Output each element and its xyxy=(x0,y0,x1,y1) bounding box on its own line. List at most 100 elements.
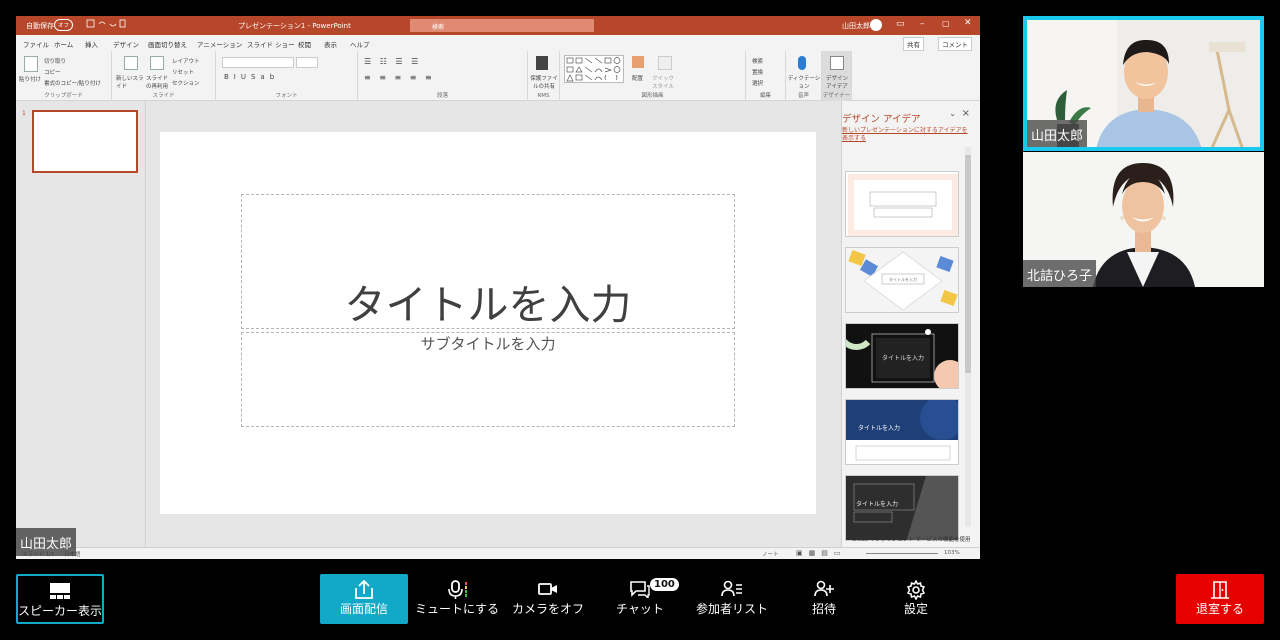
design-thumb-4[interactable]: タイトルを入力 xyxy=(845,399,959,465)
tab-slideshow[interactable]: スライド ショー xyxy=(247,39,295,49)
slide-subtitle: サブタイトルを入力 xyxy=(420,335,556,353)
tab-animations[interactable]: アニメーション xyxy=(197,39,242,49)
share-screen-icon xyxy=(320,574,408,600)
add-user-icon xyxy=(780,574,868,600)
ribbon: 貼り付け 切り取り コピー 書式のコピー/貼り付け クリップボード 新しいスライ… xyxy=(16,51,980,101)
camera-off-button[interactable]: カメラをオフ xyxy=(504,574,592,624)
powerpoint-titlebar: 自動保存 オフ プレゼンテーション1 - PowerPoint 検索 山田太郎 … xyxy=(16,16,980,35)
notes-button[interactable]: ノート xyxy=(762,550,779,558)
subtitle-placeholder[interactable]: サブタイトルを入力 xyxy=(241,332,735,427)
design-pane-footer: Office インテリジェント サービスの機能を使用 xyxy=(852,537,971,543)
paste-icon[interactable] xyxy=(24,56,38,72)
zoom-slider[interactable] xyxy=(866,553,938,554)
speaker-view-button[interactable]: スピーカー表示 xyxy=(16,574,104,624)
design-thumb-5[interactable]: タイトルを入力 xyxy=(845,475,959,541)
replace-button[interactable]: 置換 xyxy=(752,68,763,76)
section-button[interactable]: セクション xyxy=(172,79,200,87)
group-clipboard: 貼り付け 切り取り コピー 書式のコピー/貼り付け クリップボード xyxy=(16,51,112,101)
tab-review[interactable]: 校閲 xyxy=(298,39,311,49)
participant-tile[interactable]: 北詰ひろ子 xyxy=(1023,152,1264,287)
select-button[interactable]: 選択 xyxy=(752,79,763,87)
arrange-label: 配置 xyxy=(632,76,644,82)
camera-icon xyxy=(504,574,592,600)
align-buttons[interactable]: ≡ ≡ ≡ ≡ ≡ xyxy=(364,73,435,82)
shapes-gallery[interactable] xyxy=(564,55,624,83)
invite-button[interactable]: 招待 xyxy=(780,574,868,624)
ribbon-display-icon[interactable]: ▭ xyxy=(896,19,905,29)
group-rms: 保護ファイルの共有 RMS xyxy=(528,51,560,101)
title-placeholder[interactable]: タイトルを入力 xyxy=(241,194,735,329)
protect-file-icon[interactable] xyxy=(536,56,548,70)
design-ideas-icon[interactable] xyxy=(830,56,844,70)
font-style-buttons[interactable]: BIUSab xyxy=(224,73,279,81)
screen-share-button[interactable]: 画面配信 xyxy=(320,574,408,624)
tab-help[interactable]: ヘルプ xyxy=(350,39,370,49)
autosave-toggle[interactable]: オフ xyxy=(54,19,74,31)
design-thumb-3-title: タイトルを入力 xyxy=(882,354,924,362)
group-label-designer: デザイナー xyxy=(822,93,851,99)
design-thumb-1[interactable] xyxy=(845,171,959,237)
group-drawing: 配置 クイック スタイル 図形描画 xyxy=(560,51,746,101)
quick-styles-label: クイック スタイル xyxy=(652,76,675,90)
pane-close-icon[interactable]: × xyxy=(962,108,970,119)
slide-canvas[interactable]: タイトルを入力 サブタイトルを入力 xyxy=(160,132,816,514)
design-pane-link[interactable]: 新しいプレゼンテーションに対するアイデアを表示する xyxy=(842,127,972,143)
participants-list-button[interactable]: 参加者リスト xyxy=(688,574,776,624)
slide-editor: タイトルを入力 サブタイトルを入力 xyxy=(147,101,841,547)
tab-transitions[interactable]: 画面切り替え xyxy=(148,39,187,49)
tab-file[interactable]: ファイル xyxy=(23,39,49,49)
zoom-level[interactable]: 103% xyxy=(944,550,960,556)
quick-styles-icon[interactable] xyxy=(658,56,672,70)
minimize-icon[interactable]: – xyxy=(920,19,925,29)
participant-tile-active[interactable]: 山田太郎 xyxy=(1023,16,1264,151)
pane-options-icon[interactable]: ⌄ xyxy=(949,109,956,118)
user-avatar[interactable] xyxy=(870,19,882,31)
tab-insert[interactable]: 挿入 xyxy=(85,39,98,49)
design-thumb-2[interactable]: タイトルを入力 xyxy=(845,247,959,313)
design-pane-scrollbar[interactable] xyxy=(965,147,971,527)
comment-button[interactable]: コメント xyxy=(938,37,972,51)
chat-label: チャット xyxy=(616,602,664,616)
arrange-icon[interactable] xyxy=(632,56,644,68)
copy-button[interactable]: コピー xyxy=(44,68,61,76)
tab-view[interactable]: 表示 xyxy=(324,39,337,49)
reset-button[interactable]: リセット xyxy=(172,68,194,76)
reuse-slide-icon[interactable] xyxy=(150,56,164,70)
layout-button[interactable]: レイアウト xyxy=(172,57,200,65)
new-slide-icon[interactable] xyxy=(124,56,138,70)
design-ideas-pane: デザイン アイデア ⌄ × 新しいプレゼンテーションに対するアイデアを表示する … xyxy=(841,101,980,547)
slide-thumbnail[interactable] xyxy=(32,110,138,173)
slide-title: タイトルを入力 xyxy=(344,281,632,329)
group-voice: ディクテーション 音声 xyxy=(786,51,822,101)
new-slide-label: 新しいスライド xyxy=(116,76,144,90)
save-icon[interactable] xyxy=(86,19,126,31)
design-thumb-3[interactable]: タイトルを入力 xyxy=(845,323,959,389)
design-thumb-2-title: タイトルを入力 xyxy=(889,276,917,282)
gear-icon xyxy=(872,574,960,601)
chat-count-badge: 100 xyxy=(650,578,679,591)
share-button[interactable]: 共有 xyxy=(903,37,924,51)
design-thumb-5-title: タイトルを入力 xyxy=(856,500,898,508)
font-name-select[interactable] xyxy=(222,57,294,68)
scrollbar-thumb[interactable] xyxy=(965,155,971,373)
leave-button[interactable]: 退室する xyxy=(1176,574,1264,624)
microphone-icon xyxy=(413,574,501,600)
chat-button[interactable]: 100 チャット xyxy=(596,574,684,624)
shared-screen[interactable]: 自動保存 オフ プレゼンテーション1 - PowerPoint 検索 山田太郎 … xyxy=(16,16,980,559)
mute-button[interactable]: ミュートにする xyxy=(413,574,501,624)
reuse-slide-label: スライドの再利用 xyxy=(146,76,169,90)
group-label-clipboard: クリップボード xyxy=(44,93,83,99)
tab-design[interactable]: デザイン xyxy=(113,39,139,49)
view-buttons[interactable]: ▣▦▤▭ xyxy=(796,549,846,557)
find-button[interactable]: 検索 xyxy=(752,57,763,65)
close-icon[interactable]: ✕ xyxy=(964,18,972,28)
microphone-icon[interactable] xyxy=(798,56,806,70)
paste-label: 貼り付け xyxy=(19,77,42,83)
list-buttons[interactable]: ☰ ☷ ☰ ☰ xyxy=(364,57,421,66)
format-painter-button[interactable]: 書式のコピー/貼り付け xyxy=(44,79,101,87)
settings-button[interactable]: 設定 xyxy=(872,574,960,624)
search-box[interactable]: 検索 xyxy=(410,19,594,32)
maximize-icon[interactable]: ▢ xyxy=(942,19,950,28)
cut-button[interactable]: 切り取り xyxy=(44,57,66,65)
font-size-select[interactable] xyxy=(296,57,318,68)
